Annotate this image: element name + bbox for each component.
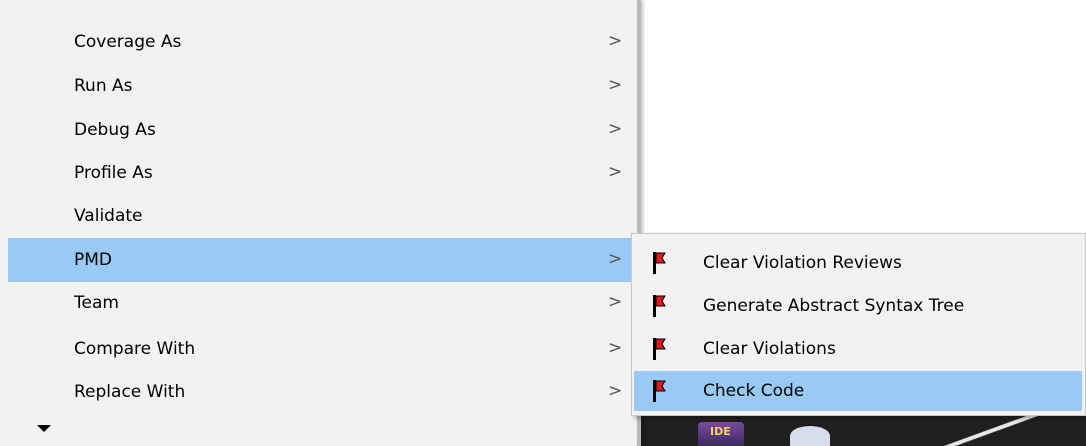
submenu-arrow-icon: > (608, 381, 623, 401)
pmd-flag-icon (653, 252, 666, 274)
submenu-arrow-icon: > (608, 162, 623, 182)
menu-item-label: Team (74, 293, 119, 313)
menu-item-replace-with[interactable]: Replace With > (8, 370, 637, 414)
menu-item-pmd[interactable]: PMD > (8, 238, 637, 282)
menu-item-label: Compare With (74, 339, 196, 359)
menu-item-debug-as[interactable]: Debug As > (8, 108, 637, 152)
menu-item-label: Profile As (74, 163, 153, 183)
scroll-down-icon[interactable] (37, 425, 51, 432)
submenu-item-generate-ast[interactable]: Generate Abstract Syntax Tree (634, 286, 1082, 326)
menu-item-label: Run As (74, 76, 133, 96)
menu-item-team[interactable]: Team > (8, 281, 637, 325)
context-menu: Coverage As > Run As > Debug As > Profil… (0, 0, 641, 446)
menu-item-profile-as[interactable]: Profile As > (8, 151, 637, 195)
pmd-flag-icon (653, 380, 666, 402)
submenu-arrow-icon: > (608, 119, 623, 139)
pmd-submenu: Clear Violation Reviews Generate Abstrac… (631, 233, 1086, 416)
submenu-item-label: Clear Violations (703, 339, 836, 359)
submenu-arrow-icon: > (608, 75, 623, 95)
menu-item-label: PMD (74, 250, 113, 270)
submenu-item-label: Generate Abstract Syntax Tree (703, 296, 965, 316)
menu-item-run-as[interactable]: Run As > (8, 64, 637, 108)
submenu-arrow-icon: > (608, 249, 623, 269)
menu-item-label: Coverage As (74, 32, 182, 52)
menu-item-label: Debug As (74, 120, 156, 140)
submenu-item-clear-violation-reviews[interactable]: Clear Violation Reviews (634, 243, 1082, 283)
submenu-item-label: Clear Violation Reviews (703, 253, 902, 273)
submenu-arrow-icon: > (608, 292, 623, 312)
ide-app-icon[interactable]: IDE (698, 422, 744, 446)
submenu-arrow-icon: > (608, 31, 623, 51)
menu-item-validate[interactable]: Validate (8, 194, 637, 238)
menu-item-label: Validate (74, 206, 143, 226)
taskbar-app-icon[interactable] (790, 426, 830, 446)
submenu-arrow-icon: > (608, 338, 623, 358)
pmd-flag-icon (653, 338, 666, 360)
submenu-item-clear-violations[interactable]: Clear Violations (634, 329, 1082, 369)
submenu-item-label: Check Code (703, 381, 805, 401)
menu-item-coverage-as[interactable]: Coverage As > (8, 20, 637, 64)
pmd-flag-icon (653, 295, 666, 317)
menu-item-compare-with[interactable]: Compare With > (8, 327, 637, 371)
submenu-item-check-code[interactable]: Check Code (634, 371, 1082, 411)
menu-item-label: Replace With (74, 382, 186, 402)
